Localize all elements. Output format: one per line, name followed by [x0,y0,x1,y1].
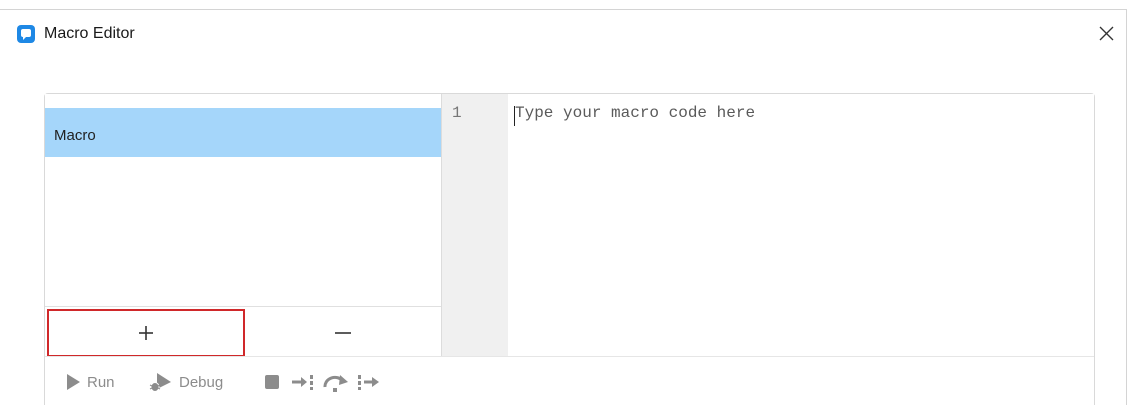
step-out-button[interactable] [357,369,381,395]
code-editor[interactable]: Type your macro code here [508,94,1094,356]
editor-placeholder: Type your macro code here [515,104,756,122]
debug-bug-icon [149,373,171,392]
macro-item-label: Macro [54,127,96,144]
macro-list-footer [45,306,441,357]
close-icon [1099,26,1114,41]
line-number-gutter: 1 [442,94,508,356]
debug-button[interactable]: Debug [149,369,223,395]
step-over-button[interactable] [321,369,351,395]
stop-icon [265,375,279,389]
step-into-button[interactable] [291,369,315,395]
window-title: Macro Editor [44,25,135,42]
macro-panel: Macro 1 Type your macro code here Run De… [44,93,1095,406]
app-chat-icon [17,25,35,43]
step-into-icon [292,375,313,390]
add-macro-button[interactable] [47,309,245,357]
run-button[interactable]: Run [65,369,115,395]
line-number: 1 [452,104,462,122]
debug-label: Debug [179,373,224,391]
step-over-icon [323,375,348,392]
close-button[interactable] [1093,20,1119,46]
title-bar: Macro Editor [0,10,1127,55]
macro-list-item[interactable]: Macro [45,108,441,157]
step-out-icon [358,375,379,390]
remove-macro-button[interactable] [245,309,441,357]
stop-button[interactable] [264,369,280,395]
plus-icon [139,326,153,340]
run-label: Run [87,373,115,391]
minus-icon [335,332,351,334]
macro-toolbar: Run Debug [45,356,1094,406]
macro-list: Macro [45,94,441,357]
play-icon [67,374,80,390]
